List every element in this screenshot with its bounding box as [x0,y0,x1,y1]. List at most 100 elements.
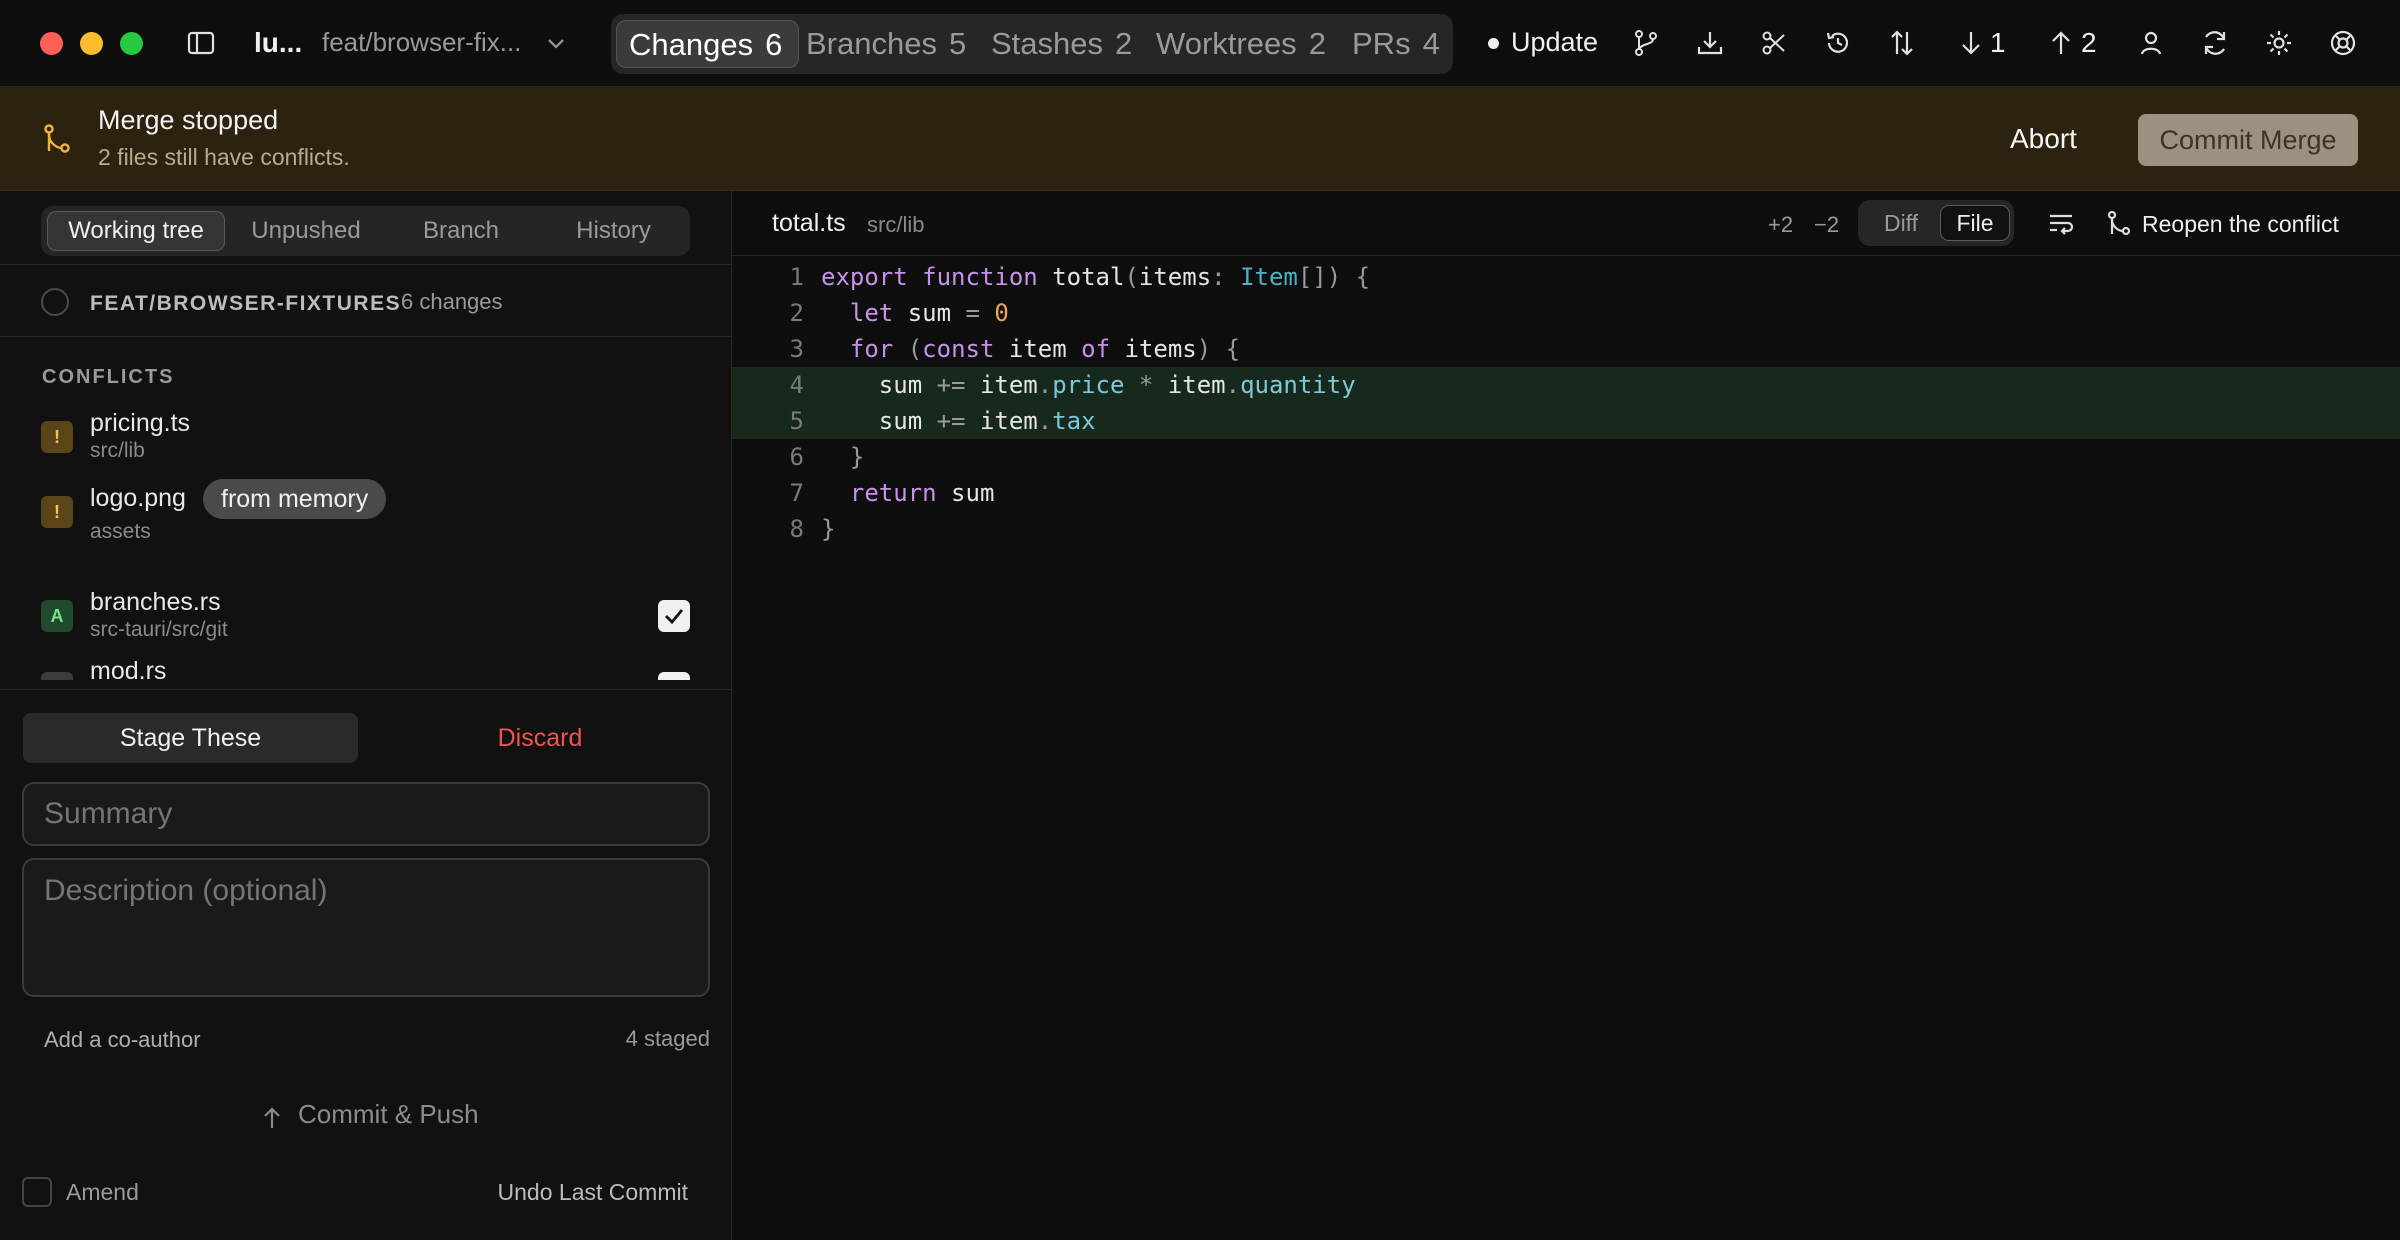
user-icon[interactable] [2135,27,2167,59]
refresh-icon[interactable] [2199,27,2231,59]
mode-diff[interactable]: Diff [1864,205,1938,241]
file-path: src-tauri/src/git [90,618,228,641]
history-icon[interactable] [1822,27,1854,59]
file-name-mod[interactable]: mod.rs [90,657,166,680]
file-path: src/lib [90,439,145,462]
code-text: let sum = 0 [849,299,1009,327]
pull-count: 1 [1990,27,2006,58]
commit-merge-button[interactable]: Commit Merge [2138,114,2358,166]
code-text: return sum [849,479,995,507]
divider [0,264,731,265]
line-number: 1 [789,263,804,291]
scissors-icon[interactable] [1758,27,1790,59]
modified-status-badge: M [41,672,73,680]
wrap-lines-icon[interactable] [2046,208,2076,238]
code-line: 8} [732,511,2400,547]
code-text: } [821,515,836,543]
amend-checkbox[interactable] [22,1177,52,1207]
help-lifebuoy-icon[interactable] [2327,27,2359,59]
editor-pane: total.ts src/lib +2 −2 Diff File Reopen … [732,191,2400,1240]
view-tabs: Changes 6 Branches 5 Stashes 2 Worktrees 2 P… [611,14,1453,74]
push-count: 2 [2081,27,2097,58]
code-text: } [849,443,865,471]
arrow-up-icon [258,1104,286,1132]
push-icon[interactable] [2045,27,2077,59]
divider [0,689,731,690]
update-button[interactable]: Update [1511,27,1598,58]
merge-banner: Merge stopped 2 files still have conflic… [0,87,2400,191]
select-all-circle[interactable] [41,288,69,316]
file-name-branches[interactable]: branches.rs [90,588,221,617]
added-status-badge: A [41,600,73,632]
line-number: 3 [789,335,804,363]
code-line: 7 return sum [732,475,2400,511]
minimize-window-button[interactable] [80,32,103,55]
filter-branch[interactable]: Branch [386,211,536,251]
summary-input[interactable] [22,782,710,846]
stage-checkbox[interactable] [658,672,690,680]
editor-filename: total.ts [772,209,846,237]
code-line-added: 4 sum += item.price * item.quantity [732,367,2400,403]
line-number: 8 [789,515,804,543]
add-coauthor-link[interactable]: Add a co-author [44,1027,201,1053]
tab-stashes[interactable]: Stashes 2 [991,20,1132,68]
filter-working-tree[interactable]: Working tree [47,211,225,251]
download-icon[interactable] [1694,27,1726,59]
maximize-window-button[interactable] [120,32,143,55]
stage-checkbox[interactable] [658,600,690,632]
banner-subtitle: 2 files still have conflicts. [98,144,350,170]
pull-icon[interactable] [1955,27,1987,59]
file-name-logo[interactable]: logo.png [90,484,186,513]
code-line: 2 let sum = 0 [732,295,2400,331]
editor-path: src/lib [867,212,925,237]
filter-tabs: Working tree Unpushed Branch History [41,206,690,256]
filter-unpushed[interactable]: Unpushed [231,211,381,251]
undo-last-commit-button[interactable]: Undo Last Commit [460,1179,688,1206]
tab-prs[interactable]: PRs 4 [1352,20,1440,68]
code-line-added: 5 sum += item.tax [732,403,2400,439]
conflict-status-badge: ! [41,421,73,453]
editor-header: total.ts src/lib +2 −2 Diff File Reopen … [732,191,2400,256]
view-mode-toggle: Diff File [1858,200,2014,246]
chevron-down-icon[interactable] [540,27,572,59]
branch-icon[interactable] [1630,27,1662,59]
code-text: for (const item of items) { [849,335,1241,363]
conflicts-heading: CONFLICTS [42,366,175,388]
code-line: 1 export function total(items: Item[]) { [732,259,2400,295]
stage-these-button[interactable]: Stage These [23,713,358,763]
branch-selector[interactable]: feat/browser-fix... [322,27,521,58]
file-name-pricing[interactable]: pricing.ts [90,409,190,438]
tab-branches[interactable]: Branches 5 [806,20,966,68]
file-path: assets [90,520,151,543]
swap-icon[interactable] [1886,27,1918,59]
changes-panel: Working tree Unpushed Branch History FEA… [0,191,732,1240]
gear-icon[interactable] [2263,27,2295,59]
banner-title: Merge stopped [98,105,279,135]
code-text: sum += item.tax [821,407,1096,435]
removed-lines-count: −2 [1814,212,1840,237]
from-memory-tag: from memory [203,479,387,519]
tab-changes[interactable]: Changes 6 [616,20,799,68]
reopen-conflict-button[interactable]: Reopen the conflict [2142,211,2339,238]
filter-history[interactable]: History [541,211,686,251]
code-line: 3 for (const item of items) { [732,331,2400,367]
change-count: 6 changes [401,289,503,314]
close-window-button[interactable] [40,32,63,55]
discard-button[interactable]: Discard [370,713,710,763]
sidebar-toggle-icon[interactable] [185,27,217,59]
repo-name[interactable]: lu... [254,27,302,59]
conflict-status-badge: ! [41,496,73,528]
added-lines-count: +2 [1768,212,1794,237]
merge-icon [40,121,74,155]
line-number: 4 [789,371,804,399]
tab-worktrees[interactable]: Worktrees 2 [1156,20,1326,68]
mode-file[interactable]: File [1940,205,2010,241]
line-number: 5 [789,407,804,435]
abort-button[interactable]: Abort [2010,123,2077,155]
amend-label: Amend [66,1179,139,1205]
file-list-clip: M mod.rs [0,657,731,680]
commit-push-button[interactable]: Commit & Push [298,1099,479,1130]
branch-heading: FEAT/BROWSER-FIXTURES [90,292,402,315]
description-textarea[interactable] [22,858,710,997]
staged-count: 4 staged [625,1026,710,1051]
